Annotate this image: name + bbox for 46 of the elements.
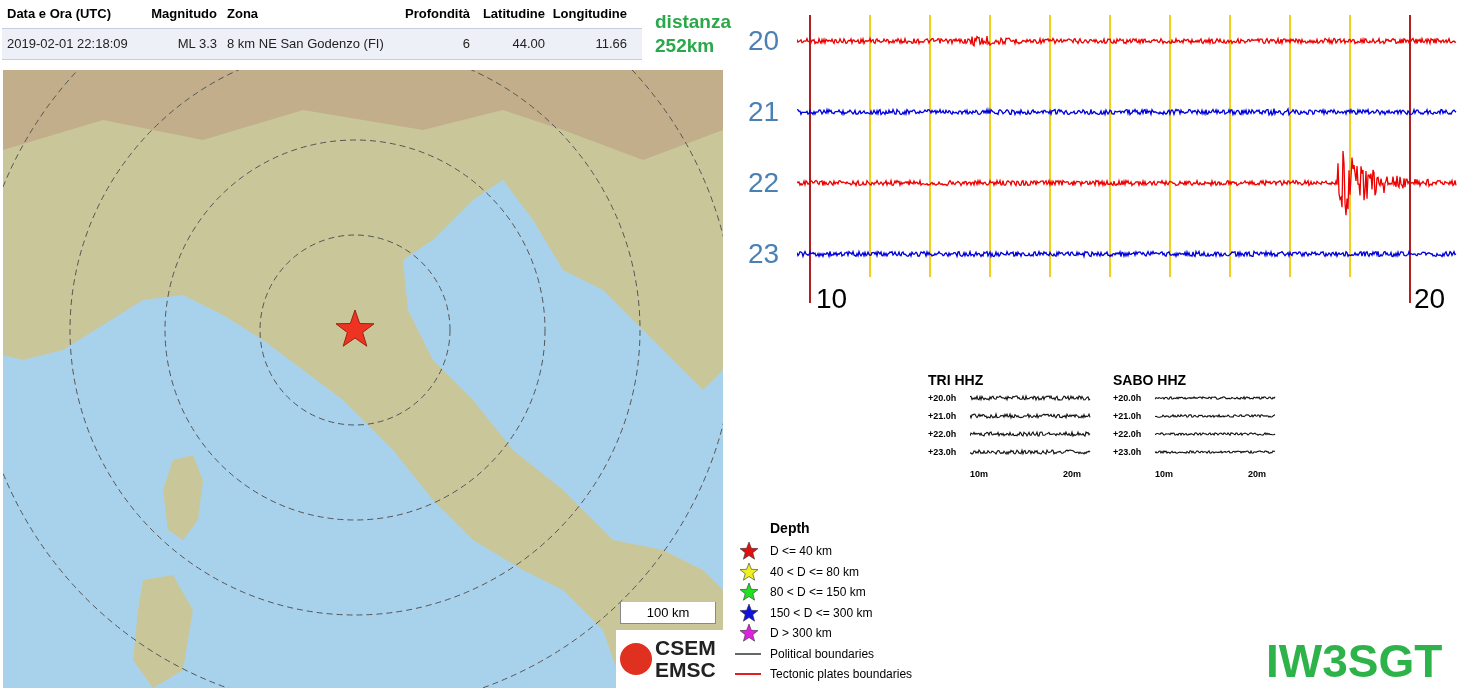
legend-label: D <= 40 km (770, 543, 833, 561)
logo-text: CSEM (655, 637, 716, 659)
hour-label: 20 (748, 26, 780, 56)
distance-label: distanza (655, 10, 732, 34)
hour-label: +21.0h (928, 411, 957, 421)
hour-label: 22 (748, 168, 780, 198)
table-cell-text: 44.00 (511, 35, 546, 54)
table-cell-text: 6 (461, 35, 471, 54)
legend-label: D > 300 km (770, 625, 832, 643)
column-header: Longitudine (551, 5, 628, 24)
hour-label: +21.0h (1113, 411, 1142, 421)
minute-label: 10m (1155, 468, 1173, 481)
hour-label: +22.0h (928, 429, 957, 439)
minute-label: 20m (1063, 468, 1081, 481)
column-header: Data e Ora (UTC) (6, 5, 113, 24)
thumbnail-title: TRI HHZ (928, 371, 984, 390)
distance-value: 252km (655, 34, 716, 58)
legend-label: Tectonic plates boundaries (770, 666, 913, 684)
hour-label: 21 (748, 97, 780, 127)
column-header: Magnitudo (150, 5, 218, 24)
table-cell-text: 8 km NE San Godenzo (FI) (226, 35, 385, 54)
column-header: Profondità (404, 5, 471, 24)
minute-label: 20 (1414, 283, 1446, 315)
hour-label: +22.0h (1113, 429, 1142, 439)
minute-label: 10m (970, 468, 988, 481)
column-header: Zona (226, 5, 260, 24)
callsign: IW3SGT (1266, 636, 1443, 686)
column-header: Latitudine (481, 5, 546, 24)
hour-label: +23.0h (1113, 447, 1142, 457)
minute-label: 20m (1248, 468, 1266, 481)
legend-label: Political boundaries (770, 645, 875, 663)
thumbnail-title: SABO HHZ (1113, 371, 1187, 390)
legend-title: Depth (769, 519, 811, 538)
legend-label: 150 < D <= 300 km (770, 604, 873, 622)
hour-label: +20.0h (1113, 393, 1142, 403)
hour-label: 23 (748, 239, 780, 269)
legend-label: 40 < D <= 80 km (770, 563, 860, 581)
hour-label: +23.0h (928, 447, 957, 457)
scale-bar: 100 km (620, 602, 716, 624)
logo-text: EMSC (655, 659, 716, 681)
legend-label: 80 < D <= 150 km (770, 584, 866, 602)
hour-label: +20.0h (928, 393, 957, 403)
table-cell-text: 11.66 (594, 35, 628, 54)
minute-label: 10 (816, 283, 848, 315)
table-cell-text: 2019-02-01 22:18:09 (6, 35, 129, 54)
table-cell-text: ML 3.3 (176, 35, 218, 54)
